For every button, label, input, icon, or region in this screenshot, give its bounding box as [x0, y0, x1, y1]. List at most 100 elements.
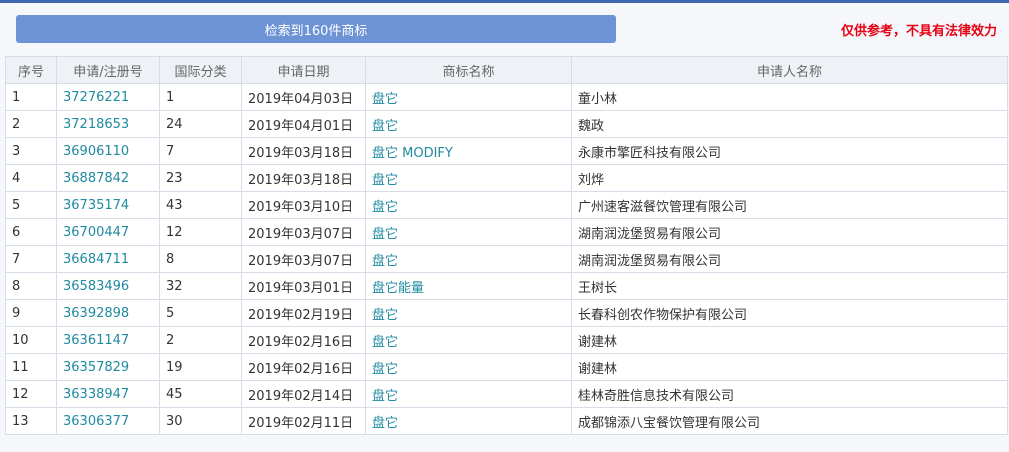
results-table: 序号 申请/注册号 国际分类 申请日期 商标名称 申请人名称 1 37276221… — [5, 56, 1008, 435]
cell-reg-no-link[interactable]: 36887842 — [56, 164, 160, 192]
cell-index: 4 — [5, 164, 57, 192]
table-row: 4 36887842 23 2019年03月18日 盘它 刘烨 — [5, 164, 1008, 192]
cell-applicant: 桂林奇胜信息技术有限公司 — [571, 380, 1008, 408]
cell-applicant: 广州速客滋餐饮管理有限公司 — [571, 191, 1008, 219]
cell-index: 8 — [5, 272, 57, 300]
cell-date: 2019年04月03日 — [241, 83, 366, 111]
cell-date: 2019年02月16日 — [241, 353, 366, 381]
results-table-container: 序号 申请/注册号 国际分类 申请日期 商标名称 申请人名称 1 37276221… — [5, 56, 1008, 435]
cell-mark-name-link[interactable]: 盘它 — [365, 164, 572, 192]
cell-index: 9 — [5, 299, 57, 327]
table-row: 11 36357829 19 2019年02月16日 盘它 谢建林 — [5, 353, 1008, 381]
cell-reg-no-link[interactable]: 36392898 — [56, 299, 160, 327]
cell-mark-name-link[interactable]: 盘它 — [365, 407, 572, 435]
cell-date: 2019年03月01日 — [241, 272, 366, 300]
header-applicant: 申请人名称 — [571, 56, 1008, 84]
cell-applicant: 长春科创农作物保护有限公司 — [571, 299, 1008, 327]
cell-reg-no-link[interactable]: 36306377 — [56, 407, 160, 435]
table-row: 9 36392898 5 2019年02月19日 盘它 长春科创农作物保护有限公司 — [5, 299, 1008, 327]
top-accent-line — [0, 0, 1009, 3]
table-row: 6 36700447 12 2019年03月07日 盘它 湖南润泷堡贸易有限公司 — [5, 218, 1008, 246]
cell-applicant: 永康市擎匠科技有限公司 — [571, 137, 1008, 165]
cell-reg-no-link[interactable]: 37218653 — [56, 110, 160, 138]
cell-reg-no-link[interactable]: 36700447 — [56, 218, 160, 246]
cell-reg-no-link[interactable]: 37276221 — [56, 83, 160, 111]
table-row: 13 36306377 30 2019年02月11日 盘它 成都锦添八宝餐饮管理有限公司 — [5, 407, 1008, 435]
cell-class: 30 — [159, 407, 242, 435]
cell-index: 10 — [5, 326, 57, 354]
cell-index: 7 — [5, 245, 57, 273]
cell-date: 2019年03月18日 — [241, 137, 366, 165]
cell-class: 12 — [159, 218, 242, 246]
table-row: 3 36906110 7 2019年03月18日 盘它 MODIFY 永康市擎匠科技有限公… — [5, 137, 1008, 165]
cell-date: 2019年04月01日 — [241, 110, 366, 138]
cell-mark-name-link[interactable]: 盘它 — [365, 245, 572, 273]
cell-mark-name-link[interactable]: 盘它 — [365, 110, 572, 138]
header-index: 序号 — [5, 56, 57, 84]
cell-mark-name-link[interactable]: 盘它 — [365, 380, 572, 408]
cell-applicant: 谢建林 — [571, 326, 1008, 354]
table-row: 8 36583496 32 2019年03月01日 盘它能量 王树长 — [5, 272, 1008, 300]
cell-mark-name-link[interactable]: 盘它能量 — [365, 272, 572, 300]
cell-mark-name-link[interactable]: 盘它 — [365, 353, 572, 381]
cell-class: 45 — [159, 380, 242, 408]
cell-applicant: 湖南润泷堡贸易有限公司 — [571, 245, 1008, 273]
table-row: 7 36684711 8 2019年03月07日 盘它 湖南润泷堡贸易有限公司 — [5, 245, 1008, 273]
cell-class: 24 — [159, 110, 242, 138]
cell-index: 6 — [5, 218, 57, 246]
cell-class: 2 — [159, 326, 242, 354]
cell-mark-name-link[interactable]: 盘它 — [365, 191, 572, 219]
cell-date: 2019年02月16日 — [241, 326, 366, 354]
cell-class: 7 — [159, 137, 242, 165]
cell-class: 43 — [159, 191, 242, 219]
header-mark-name: 商标名称 — [365, 56, 572, 84]
cell-applicant: 成都锦添八宝餐饮管理有限公司 — [571, 407, 1008, 435]
cell-reg-no-link[interactable]: 36583496 — [56, 272, 160, 300]
cell-mark-name-link[interactable]: 盘它 — [365, 218, 572, 246]
cell-class: 19 — [159, 353, 242, 381]
cell-reg-no-link[interactable]: 36735174 — [56, 191, 160, 219]
cell-applicant: 童小林 — [571, 83, 1008, 111]
cell-class: 23 — [159, 164, 242, 192]
table-row: 2 37218653 24 2019年04月01日 盘它 魏政 — [5, 110, 1008, 138]
cell-mark-name-link[interactable]: 盘它 — [365, 326, 572, 354]
cell-reg-no-link[interactable]: 36684711 — [56, 245, 160, 273]
cell-applicant: 谢建林 — [571, 353, 1008, 381]
cell-mark-name-link[interactable]: 盘它 MODIFY — [365, 137, 572, 165]
cell-date: 2019年02月19日 — [241, 299, 366, 327]
cell-class: 1 — [159, 83, 242, 111]
cell-index: 1 — [5, 83, 57, 111]
cell-index: 5 — [5, 191, 57, 219]
table-row: 12 36338947 45 2019年02月14日 盘它 桂林奇胜信息技术有限公司 — [5, 380, 1008, 408]
cell-date: 2019年03月07日 — [241, 218, 366, 246]
cell-index: 3 — [5, 137, 57, 165]
cell-index: 11 — [5, 353, 57, 381]
cell-index: 2 — [5, 110, 57, 138]
table-header-row: 序号 申请/注册号 国际分类 申请日期 商标名称 申请人名称 — [5, 56, 1008, 84]
cell-class: 8 — [159, 245, 242, 273]
cell-date: 2019年02月11日 — [241, 407, 366, 435]
cell-applicant: 王树长 — [571, 272, 1008, 300]
cell-date: 2019年02月14日 — [241, 380, 366, 408]
table-row: 5 36735174 43 2019年03月10日 盘它 广州速客滋餐饮管理有限公司 — [5, 191, 1008, 219]
cell-date: 2019年03月10日 — [241, 191, 366, 219]
header-class: 国际分类 — [159, 56, 242, 84]
table-body: 1 37276221 1 2019年04月03日 盘它 童小林 2 37218653 24 201… — [5, 83, 1008, 435]
header-date: 申请日期 — [241, 56, 366, 84]
cell-mark-name-link[interactable]: 盘它 — [365, 83, 572, 111]
cell-reg-no-link[interactable]: 36906110 — [56, 137, 160, 165]
cell-index: 12 — [5, 380, 57, 408]
table-row: 10 36361147 2 2019年02月16日 盘它 谢建林 — [5, 326, 1008, 354]
cell-date: 2019年03月18日 — [241, 164, 366, 192]
cell-applicant: 魏政 — [571, 110, 1008, 138]
header-reg-no: 申请/注册号 — [56, 56, 160, 84]
cell-reg-no-link[interactable]: 36357829 — [56, 353, 160, 381]
cell-reg-no-link[interactable]: 36361147 — [56, 326, 160, 354]
cell-class: 32 — [159, 272, 242, 300]
disclaimer-text: 仅供参考，不具有法律效力 — [840, 24, 997, 39]
cell-class: 5 — [159, 299, 242, 327]
cell-applicant: 湖南润泷堡贸易有限公司 — [571, 218, 1008, 246]
cell-reg-no-link[interactable]: 36338947 — [56, 380, 160, 408]
cell-mark-name-link[interactable]: 盘它 — [365, 299, 572, 327]
cell-date: 2019年03月07日 — [241, 245, 366, 273]
